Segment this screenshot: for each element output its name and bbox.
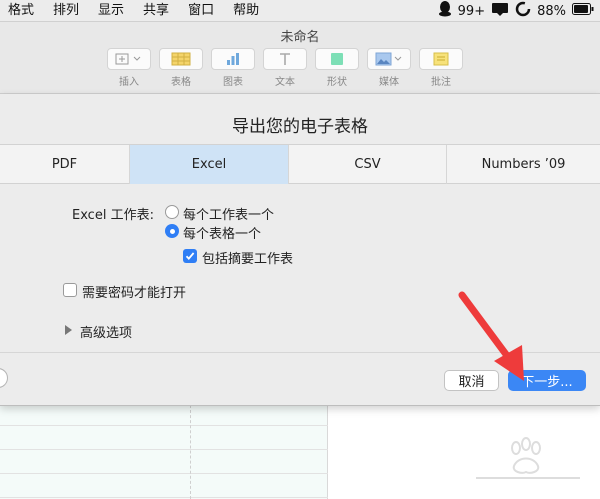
document-title: 未命名 — [280, 30, 320, 45]
background-spreadsheet — [0, 405, 328, 499]
checkbox-require-password-label[interactable]: 需要密码才能打开 — [82, 282, 186, 301]
text-button[interactable] — [263, 48, 307, 70]
tool-insert[interactable]: 插入 — [107, 48, 151, 88]
radio-one-per-sheet-label[interactable]: 每个工作表一个 — [183, 204, 274, 223]
radio-one-per-sheet[interactable] — [165, 205, 179, 219]
notification-icon[interactable] — [491, 2, 509, 20]
status-tray: 99+ 88% — [438, 0, 594, 22]
app-toolbar: 未命名 插入 表格 图表 文本 形状 媒体 批注 — [0, 22, 600, 94]
sheet-row-line — [0, 425, 328, 426]
help-button[interactable] — [0, 368, 8, 388]
tool-chart[interactable]: 图表 — [211, 48, 255, 88]
chart-label: 图表 — [223, 77, 243, 88]
checkmark-icon — [185, 252, 195, 260]
baidu-watermark-icon — [476, 437, 580, 479]
radio-one-per-table[interactable] — [165, 224, 179, 238]
shape-label: 形状 — [327, 77, 347, 88]
radio-one-per-table-label[interactable]: 每个表格一个 — [183, 223, 261, 242]
qq-count: 99+ — [457, 3, 486, 19]
qq-icon[interactable] — [438, 1, 452, 21]
sheet-row-line — [0, 449, 328, 450]
tool-media[interactable]: 媒体 — [367, 48, 411, 88]
shape-button[interactable] — [315, 48, 359, 70]
tab-pdf[interactable]: PDF — [0, 145, 130, 184]
tool-text[interactable]: 文本 — [263, 48, 307, 88]
menu-view[interactable]: 显示 — [98, 0, 124, 22]
checkbox-require-password[interactable] — [63, 283, 77, 297]
comment-icon — [433, 52, 449, 66]
comment-button[interactable] — [419, 48, 463, 70]
toolbar-tools: 插入 表格 图表 文本 形状 媒体 批注 — [107, 48, 463, 88]
tool-table[interactable]: 表格 — [159, 48, 203, 88]
insert-button[interactable] — [107, 48, 151, 70]
table-icon — [171, 52, 191, 66]
tab-csv[interactable]: CSV — [289, 145, 447, 184]
text-icon — [280, 53, 290, 65]
checkbox-include-summary-label[interactable]: 包括摘要工作表 — [202, 248, 293, 267]
menu-share[interactable]: 共享 — [143, 0, 169, 22]
media-button[interactable] — [367, 48, 411, 70]
tab-numbers-09[interactable]: Numbers ’09 — [447, 145, 600, 184]
tool-shape[interactable]: 形状 — [315, 48, 359, 88]
excel-worksheets-label: Excel 工作表: — [72, 208, 154, 223]
advanced-options-toggle[interactable]: 高级选项 — [80, 322, 132, 341]
sheet-column-line — [190, 405, 191, 499]
export-format-tabs: PDF Excel CSV Numbers ’09 — [0, 144, 600, 184]
comment-label: 批注 — [431, 77, 451, 88]
insert-icon — [115, 53, 141, 65]
chart-icon — [227, 53, 239, 65]
battery-percent: 88% — [537, 3, 566, 19]
menu-window[interactable]: 窗口 — [188, 0, 214, 22]
table-label: 表格 — [171, 77, 191, 88]
tab-excel[interactable]: Excel — [130, 145, 289, 184]
checkbox-include-summary[interactable] — [183, 249, 197, 263]
sheet-row-line — [0, 473, 328, 474]
dialog-title: 导出您的电子表格 — [232, 117, 368, 137]
insert-label: 插入 — [119, 77, 139, 88]
tool-comment[interactable]: 批注 — [419, 48, 463, 88]
media-icon — [375, 52, 402, 66]
menu-format[interactable]: 格式 — [8, 0, 34, 22]
media-label: 媒体 — [379, 77, 399, 88]
table-button[interactable] — [159, 48, 203, 70]
menu-arrange[interactable]: 排列 — [53, 0, 79, 22]
menu-bar: 格式 排列 显示 共享 窗口 帮助 99+ 88% — [0, 0, 600, 22]
sync-icon[interactable] — [515, 1, 531, 21]
annotation-arrow-icon — [458, 291, 524, 381]
menu-help[interactable]: 帮助 — [233, 0, 259, 22]
sheet-row-line — [0, 497, 328, 498]
disclosure-triangle-icon[interactable] — [65, 325, 72, 335]
text-label: 文本 — [275, 77, 295, 88]
shape-icon — [331, 53, 343, 65]
chart-button[interactable] — [211, 48, 255, 70]
battery-icon[interactable] — [572, 3, 594, 19]
